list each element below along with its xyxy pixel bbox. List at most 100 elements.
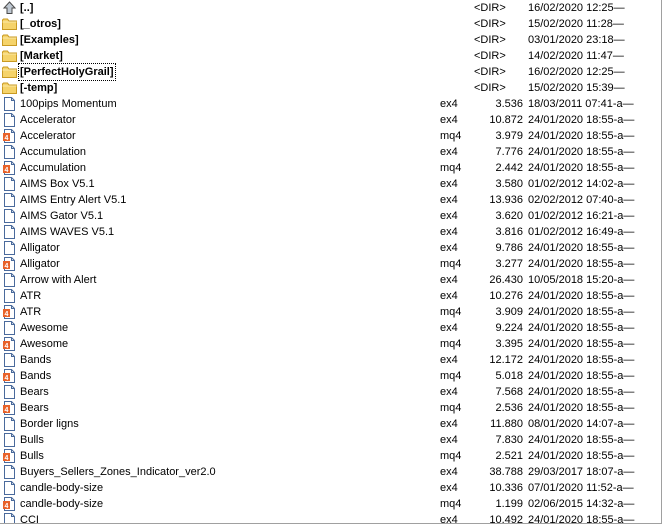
folder-row[interactable]: [_otros] <DIR> 15/02/2020 11:28— [0, 16, 661, 32]
file-name: Border ligns [20, 418, 79, 430]
file-row[interactable]: Awesome ex4 9.224 24/01/2020 18:55-a— [0, 320, 661, 336]
file-row[interactable]: 4 Bulls mq4 2.521 24/01/2020 18:55-a— [0, 448, 661, 464]
file-date: 03/01/2020 23:18— [528, 34, 625, 46]
file-row[interactable]: 4 Accelerator mq4 3.979 24/01/2020 18:55… [0, 128, 661, 144]
file-name: ATR [20, 290, 42, 302]
file-row[interactable]: 4 Accumulation mq4 2.442 24/01/2020 18:5… [0, 160, 661, 176]
file-row[interactable]: 100pips Momentum ex4 3.536 18/03/2011 07… [0, 96, 661, 112]
file-row[interactable]: AIMS Gator V5.1 ex4 3.620 01/02/2012 16:… [0, 208, 661, 224]
file-extension: ex4 [440, 210, 458, 222]
file-date: 24/01/2020 18:55-a— [528, 450, 635, 462]
file-row[interactable]: Accelerator ex4 10.872 24/01/2020 18:55-… [0, 112, 661, 128]
svg-text:4: 4 [5, 455, 9, 462]
file-date: 16/02/2020 12:25— [528, 66, 625, 78]
file-size: 11.880 [490, 418, 523, 430]
document-icon [2, 417, 17, 431]
folder-row[interactable]: [Market] <DIR> 14/02/2020 11:47— [0, 48, 661, 64]
parent-folder-row[interactable]: [..] <DIR> 16/02/2020 12:25— [0, 0, 661, 16]
file-date: 24/01/2020 18:55-a— [528, 322, 635, 334]
file-name: Arrow with Alert [20, 274, 97, 286]
folder-row[interactable]: [PerfectHolyGrail] <DIR> 16/02/2020 12:2… [0, 63, 661, 81]
file-size: 5.018 [495, 370, 523, 382]
file-row[interactable]: Border ligns ex4 11.880 08/01/2020 14:07… [0, 416, 661, 432]
file-date: 24/01/2020 18:55-a— [528, 338, 635, 350]
file-date: 24/01/2020 18:55-a— [528, 402, 635, 414]
file-date: 24/01/2020 18:55-a— [528, 434, 635, 446]
file-size: 26.430 [489, 274, 523, 286]
file-size: 3.580 [495, 178, 523, 190]
file-row[interactable]: ATR ex4 10.276 24/01/2020 18:55-a— [0, 288, 661, 304]
file-date: 18/03/2011 07:41-a— [528, 98, 634, 110]
folder-icon [2, 49, 17, 63]
file-date: 29/03/2017 18:07-a— [528, 466, 635, 478]
file-row[interactable]: candle-body-size ex4 10.336 07/01/2020 1… [0, 480, 661, 496]
file-size: 13.936 [489, 194, 523, 206]
file-extension: ex4 [440, 274, 458, 286]
document-icon [2, 209, 17, 223]
file-row[interactable]: Alligator ex4 9.786 24/01/2020 18:55-a— [0, 240, 661, 256]
file-row[interactable]: 4 Alligator mq4 3.277 24/01/2020 18:55-a… [0, 256, 661, 272]
file-row[interactable]: AIMS WAVES V5.1 ex4 3.816 01/02/2012 16:… [0, 224, 661, 240]
file-row[interactable]: AIMS Entry Alert V5.1 ex4 13.936 02/02/2… [0, 192, 661, 208]
svg-text:4: 4 [5, 263, 9, 270]
document-icon [2, 97, 17, 111]
file-size: 2.521 [495, 450, 523, 462]
file-date: 24/01/2020 18:55-a— [528, 290, 635, 302]
file-list-panel[interactable]: [..] <DIR> 16/02/2020 12:25— [_otros] <D… [0, 0, 662, 524]
file-extension: mq4 [440, 370, 462, 382]
file-date: 14/02/2020 11:47— [528, 50, 624, 62]
file-row[interactable]: 4 Bears mq4 2.536 24/01/2020 18:55-a— [0, 400, 661, 416]
file-name: Bands [20, 354, 52, 366]
file-row[interactable]: Accumulation ex4 7.776 24/01/2020 18:55-… [0, 144, 661, 160]
file-row[interactable]: Arrow with Alert ex4 26.430 10/05/2018 1… [0, 272, 661, 288]
file-size: 3.979 [495, 130, 523, 142]
file-row[interactable]: Bears ex4 7.568 24/01/2020 18:55-a— [0, 384, 661, 400]
file-extension: mq4 [440, 338, 462, 350]
file-date: 10/05/2018 15:20-a— [528, 274, 635, 286]
file-row[interactable]: 4 Bands mq4 5.018 24/01/2020 18:55-a— [0, 368, 661, 384]
file-name: [Examples] [20, 34, 79, 46]
document-icon [2, 481, 17, 495]
document-icon [2, 225, 17, 239]
document-icon [2, 353, 17, 367]
file-name: Awesome [20, 322, 69, 334]
file-extension: ex4 [440, 290, 458, 302]
file-row[interactable]: Buyers_Sellers_Zones_Indicator_ver2.0 ex… [0, 464, 661, 480]
file-extension: ex4 [440, 434, 458, 446]
mq4-file-icon: 4 [2, 497, 17, 511]
dir-label: <DIR> [474, 2, 506, 14]
file-row[interactable]: Bands ex4 12.172 24/01/2020 18:55-a— [0, 352, 661, 368]
file-name: AIMS Entry Alert V5.1 [20, 194, 127, 206]
file-date: 08/01/2020 14:07-a— [528, 418, 635, 430]
file-row[interactable]: 4 candle-body-size mq4 1.199 02/06/2015 … [0, 496, 661, 512]
folder-row[interactable]: [Examples] <DIR> 03/01/2020 23:18— [0, 32, 661, 48]
file-name: AIMS Gator V5.1 [20, 210, 104, 222]
file-row[interactable]: 4 ATR mq4 3.909 24/01/2020 18:55-a— [0, 304, 661, 320]
mq4-file-icon: 4 [2, 305, 17, 319]
folder-row[interactable]: [-temp] <DIR> 15/02/2020 15:39— [0, 80, 661, 96]
file-row[interactable]: 4 Awesome mq4 3.395 24/01/2020 18:55-a— [0, 336, 661, 352]
file-date: 24/01/2020 18:55-a— [528, 258, 635, 270]
file-size: 10.492 [489, 514, 523, 524]
svg-text:4: 4 [5, 167, 9, 174]
file-extension: ex4 [440, 114, 458, 126]
file-date: 24/01/2020 18:55-a— [528, 354, 635, 366]
file-size: 3.816 [495, 226, 523, 238]
file-extension: mq4 [440, 162, 462, 174]
document-icon [2, 177, 17, 191]
file-size: 1.199 [495, 498, 523, 510]
file-row[interactable]: CCI ex4 10.492 24/01/2020 18:55-a— [0, 512, 661, 524]
document-icon [2, 241, 17, 255]
file-row[interactable]: AIMS Box V5.1 ex4 3.580 01/02/2012 14:02… [0, 176, 661, 192]
file-name: AIMS Box V5.1 [20, 178, 95, 190]
file-name: Accelerator [20, 114, 76, 126]
file-extension: mq4 [440, 498, 462, 510]
file-name: Bears [20, 402, 49, 414]
document-icon [2, 465, 17, 479]
file-extension: ex4 [440, 386, 458, 398]
file-extension: ex4 [440, 226, 458, 238]
file-name: 100pips Momentum [20, 98, 117, 110]
file-name: Bulls [20, 434, 44, 446]
up-arrow-icon [2, 1, 17, 15]
file-row[interactable]: Bulls ex4 7.830 24/01/2020 18:55-a— [0, 432, 661, 448]
